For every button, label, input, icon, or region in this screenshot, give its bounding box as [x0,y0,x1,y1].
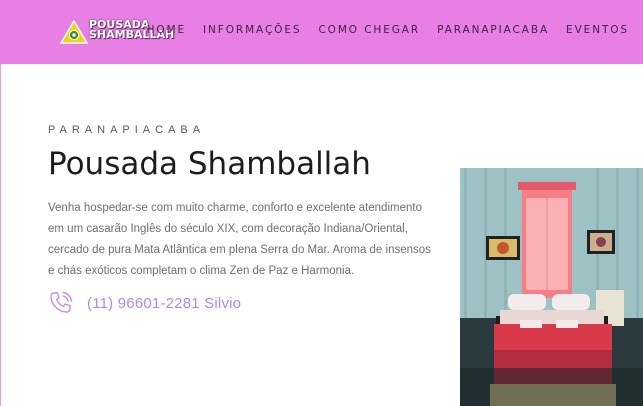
logo-triangle-icon [60,20,88,44]
nav-home[interactable]: HOME [147,24,186,36]
phone-number[interactable]: (11) 96601-2281 Silvio [87,295,241,312]
nav-eventos[interactable]: EVENTOS [566,24,629,36]
phone-icon [50,291,73,313]
phone-contact[interactable]: (11) 96601-2281 Silvio [48,290,241,316]
nav-paranapiacaba[interactable]: PARANAPIACABA [437,24,549,36]
main-nav: HOME INFORMAÇÕES COMO CHEGAR PARANAPIACA… [147,24,629,36]
nav-como-chegar[interactable]: COMO CHEGAR [318,24,420,36]
hero-kicker: PARANAPIACABA [48,124,206,136]
page-title: Pousada Shamballah [48,146,371,182]
left-border [0,64,1,406]
room-photo [460,168,643,406]
nav-informacoes[interactable]: INFORMAÇÕES [203,24,301,36]
hero-description: Venha hospedar-se com muito charme, conf… [48,202,431,277]
site-header: POUSADA SHAMBALLAH HOME INFORMAÇÕES COMO… [0,0,643,64]
